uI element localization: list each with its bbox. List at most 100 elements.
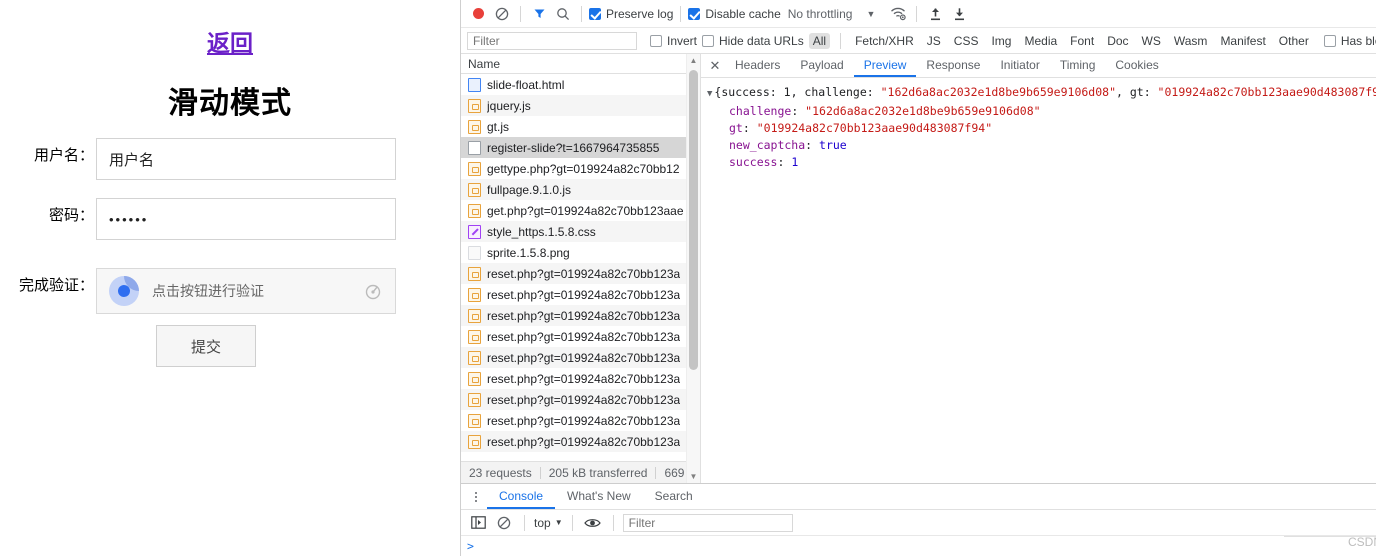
export-har-icon[interactable] [948, 3, 970, 25]
console-context-selector[interactable]: top ▼ [534, 516, 563, 530]
request-row[interactable]: reset.php?gt=019924a82c70bb123a [461, 284, 700, 305]
request-row[interactable]: reset.php?gt=019924a82c70bb123a [461, 410, 700, 431]
request-row[interactable]: reset.php?gt=019924a82c70bb123a [461, 326, 700, 347]
json-summary-row[interactable]: ▼ {success: 1, challenge: "162d6a8ac2032e… [707, 84, 1376, 103]
type-filter-all[interactable]: All [808, 32, 831, 49]
tab-headers[interactable]: Headers [725, 54, 790, 77]
console-prompt-row[interactable]: > [461, 536, 1376, 556]
tab-cookies[interactable]: Cookies [1105, 54, 1168, 77]
request-name: fullpage.9.1.0.js [487, 182, 572, 197]
request-row[interactable]: reset.php?gt=019924a82c70bb123a [461, 305, 700, 326]
expand-triangle-icon[interactable]: ▼ [707, 89, 712, 99]
hide-data-urls-checkbox[interactable]: Hide data URLs [702, 34, 804, 48]
close-icon[interactable]: ✕ [705, 54, 725, 77]
filter-funnel-icon[interactable] [528, 3, 550, 25]
scrollbar-thumb[interactable] [689, 70, 698, 370]
json-value: "019924a82c70bb123aae90d483087f94" [756, 121, 993, 135]
network-status-bar: 23 requests 205 kB transferred 669 k [461, 461, 700, 483]
console-filter-input[interactable] [622, 513, 793, 532]
has-blocked-cookies-label: Has blocked cook [1340, 33, 1376, 48]
preserve-log-label: Preserve log [606, 6, 674, 21]
submit-button[interactable]: 提交 [156, 325, 256, 367]
tab-whats-new[interactable]: What's New [555, 484, 643, 509]
doc-file-icon [468, 77, 481, 92]
preserve-log-checkbox[interactable]: Preserve log [589, 7, 673, 21]
request-row[interactable]: gettype.php?gt=019924a82c70bb12 [461, 158, 700, 179]
drawer-tab-bar: Console What's New Search [461, 484, 1376, 510]
js-file-icon [468, 413, 481, 428]
request-row[interactable]: jquery.js [461, 95, 700, 116]
disable-cache-checkbox[interactable]: Disable cache [688, 7, 781, 21]
tab-payload[interactable]: Payload [790, 54, 853, 77]
type-filter-img[interactable]: Img [987, 33, 1015, 49]
type-filter-wasm[interactable]: Wasm [1170, 33, 1212, 49]
type-filter-css[interactable]: CSS [950, 33, 983, 49]
search-icon[interactable] [552, 3, 574, 25]
watermark-line [1283, 536, 1376, 537]
throttling-select[interactable]: No throttling [788, 7, 853, 21]
back-link[interactable]: 返回 [0, 24, 460, 58]
tab-response[interactable]: Response [916, 54, 990, 77]
request-row[interactable]: reset.php?gt=019924a82c70bb123a [461, 347, 700, 368]
request-list-scrollbar[interactable]: ▲ ▼ [686, 54, 700, 483]
hide-data-urls-checkbox-box [702, 34, 715, 47]
captcha-row: 完成验证： 点击按钮进行验证 [0, 268, 400, 314]
password-input[interactable]: •••••• [96, 198, 396, 240]
request-row[interactable]: fullpage.9.1.0.js [461, 179, 700, 200]
refresh-icon[interactable] [363, 281, 383, 301]
kebab-menu-icon[interactable] [465, 484, 487, 509]
request-row[interactable]: sprite.1.5.8.png [461, 242, 700, 263]
request-name: reset.php?gt=019924a82c70bb123a [487, 413, 681, 428]
clear-icon[interactable] [491, 3, 513, 25]
request-list[interactable]: slide-float.html jquery.js gt.js register-s… [461, 74, 700, 461]
clear-console-icon[interactable] [493, 512, 515, 534]
request-row[interactable]: reset.php?gt=019924a82c70bb123a [461, 389, 700, 410]
import-har-icon[interactable] [924, 3, 946, 25]
type-filter-fetch-xhr[interactable]: Fetch/XHR [851, 33, 918, 49]
username-input[interactable]: 用户名 [96, 138, 396, 180]
request-row[interactable]: style_https.1.5.8.css [461, 221, 700, 242]
scroll-down-icon[interactable]: ▼ [687, 470, 700, 483]
captcha-widget[interactable]: 点击按钮进行验证 [96, 268, 396, 314]
scroll-up-icon[interactable]: ▲ [687, 54, 700, 67]
request-row[interactable]: gt.js [461, 116, 700, 137]
tab-initiator[interactable]: Initiator [990, 54, 1049, 77]
request-row[interactable]: reset.php?gt=019924a82c70bb123a [461, 368, 700, 389]
request-row[interactable]: get.php?gt=019924a82c70bb123aae [461, 200, 700, 221]
request-row[interactable]: register-slide?t=1667964735855 [461, 137, 700, 158]
live-expression-icon[interactable] [582, 512, 604, 534]
request-name: gettype.php?gt=019924a82c70bb12 [487, 161, 680, 176]
tab-timing[interactable]: Timing [1050, 54, 1106, 77]
invert-checkbox-box [650, 34, 662, 47]
type-filter-ws[interactable]: WS [1138, 33, 1165, 49]
type-filter-other[interactable]: Other [1275, 33, 1313, 49]
request-row[interactable]: slide-float.html [461, 74, 700, 95]
type-filter-media[interactable]: Media [1020, 33, 1061, 49]
record-icon[interactable] [467, 3, 489, 25]
invert-checkbox[interactable]: Invert [650, 34, 697, 48]
type-filter-js[interactable]: JS [923, 33, 945, 49]
request-name: style_https.1.5.8.css [487, 224, 596, 239]
has-blocked-cookies-checkbox[interactable]: Has blocked cook [1323, 33, 1376, 48]
request-row[interactable]: reset.php?gt=019924a82c70bb123a [461, 431, 700, 452]
json-entry-row: new_captcha: true [729, 138, 847, 152]
invert-label: Invert [667, 33, 698, 48]
captcha-button-icon[interactable] [109, 276, 139, 306]
request-row[interactable]: reset.php?gt=019924a82c70bb123a [461, 263, 700, 284]
tab-console[interactable]: Console [487, 484, 556, 509]
request-name: reset.php?gt=019924a82c70bb123a [487, 266, 681, 281]
request-count: 23 requests [469, 465, 532, 480]
json-summary-prefix: {success: 1, challenge: [714, 85, 881, 99]
type-filter-manifest[interactable]: Manifest [1216, 33, 1269, 49]
show-console-sidebar-icon[interactable] [467, 512, 489, 534]
tab-search[interactable]: Search [643, 484, 705, 509]
chevron-down-icon[interactable]: ▼ [866, 9, 875, 19]
wifi-settings-icon[interactable] [887, 3, 909, 25]
tab-preview[interactable]: Preview [853, 54, 917, 77]
type-filter-font[interactable]: Font [1066, 33, 1098, 49]
username-label: 用户名： [33, 147, 94, 164]
type-filter-doc[interactable]: Doc [1103, 33, 1132, 49]
network-filter-input[interactable] [467, 31, 637, 50]
request-name: sprite.1.5.8.png [487, 245, 570, 260]
js-file-icon [468, 308, 481, 323]
